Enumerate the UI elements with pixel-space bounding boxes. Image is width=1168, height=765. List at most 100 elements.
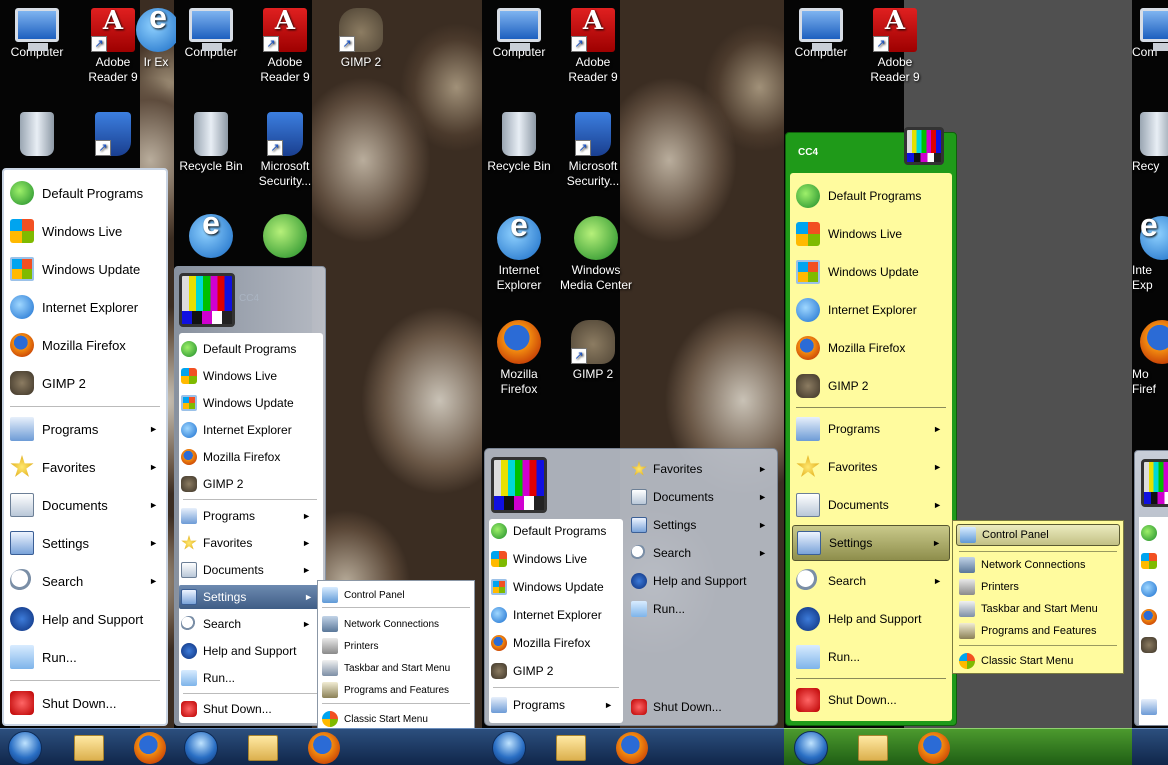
desktop-icon-computer-2[interactable]: Computer [174, 8, 248, 60]
desktop-icon-recycle-bin-1[interactable] [0, 112, 74, 159]
menu-item-default-programs[interactable]: Default Programs [796, 181, 950, 211]
desktop-icon-ie-2[interactable] [174, 214, 248, 261]
submenu-item-programs-features[interactable]: Programs and Features [959, 621, 1119, 641]
firefox-taskbar-icon[interactable] [918, 732, 950, 764]
menu-item-default-programs[interactable]: Default Programs [491, 521, 621, 541]
submenu-item-control-panel[interactable]: Control Panel [956, 524, 1120, 546]
desktop-icon-adobe-reader-3[interactable]: Adobe Reader 9 [556, 8, 630, 85]
start-orb-button[interactable] [794, 731, 828, 765]
submenu-item-network-connections[interactable]: Network Connections [959, 555, 1119, 575]
desktop-icon-computer-4[interactable]: Computer [784, 8, 858, 60]
desktop-icon-edge-ie[interactable]: Inte Exp [1132, 216, 1168, 293]
desktop-icon-security-2[interactable]: Microsoft Security... [248, 112, 322, 189]
menu-item-ie-partial[interactable] [1141, 579, 1168, 599]
menu-item-firefox[interactable]: Mozilla Firefox [796, 333, 950, 363]
desktop-icon-gimp-2[interactable]: GIMP 2 [324, 8, 398, 70]
menu-item-help[interactable]: Help and Support [631, 571, 775, 591]
submenu-item-taskbar[interactable]: Taskbar and Start Menu [959, 599, 1119, 619]
explorer-folder-icon[interactable] [858, 735, 888, 761]
menu-item-shut-down[interactable]: Shut Down... [181, 699, 319, 719]
menu-item-internet-explorer[interactable]: Internet Explorer [491, 605, 621, 625]
menu-item-run[interactable]: Run... [181, 668, 319, 688]
desktop-icon-security-1[interactable] [76, 112, 150, 159]
menu-item-gimp-partial[interactable] [1141, 635, 1168, 655]
explorer-folder-icon[interactable] [74, 735, 104, 761]
menu-item-windows-update[interactable]: Windows Update [181, 393, 319, 413]
menu-item-programs-partial[interactable] [1141, 697, 1168, 717]
submenu-item-classic-start-menu[interactable]: Classic Start Menu [322, 709, 470, 729]
menu-item-windows-live[interactable]: Windows Live [181, 366, 319, 386]
menu-item-windows-live[interactable]: Windows Live [491, 549, 621, 569]
menu-item-default-programs[interactable]: Default Programs [4, 178, 166, 208]
menu-item-programs[interactable]: Programs ► [491, 695, 621, 715]
desktop-icon-edge-recycle[interactable]: Recy [1132, 112, 1168, 174]
desktop-icon-wmc-3[interactable]: Windows Media Center [556, 216, 636, 293]
menu-item-help[interactable]: Help and Support [4, 604, 166, 634]
menu-item-internet-explorer[interactable]: Internet Explorer [796, 295, 950, 325]
menu-item-search[interactable]: Search ► [4, 566, 166, 596]
firefox-taskbar-icon[interactable] [616, 732, 648, 764]
menu-item-documents[interactable]: Documents ► [631, 487, 775, 507]
menu-item-default-programs-partial[interactable] [1141, 523, 1168, 543]
submenu-item-printers[interactable]: Printers [959, 577, 1119, 597]
menu-item-firefox[interactable]: Mozilla Firefox [181, 447, 319, 467]
explorer-folder-icon[interactable] [556, 735, 586, 761]
firefox-taskbar-icon[interactable] [134, 732, 166, 764]
user-picture[interactable] [179, 273, 235, 327]
menu-item-programs[interactable]: Programs ► [4, 414, 166, 444]
desktop-icon-recycle-bin-3[interactable]: Recycle Bin [482, 112, 556, 174]
menu-item-favorites[interactable]: Favorites ► [4, 452, 166, 482]
menu-item-favorites[interactable]: Favorites ► [796, 452, 950, 482]
submenu-item-network-connections[interactable]: Network Connections [322, 614, 470, 634]
menu-item-run[interactable]: Run... [796, 642, 950, 672]
menu-item-programs[interactable]: Programs ► [796, 414, 950, 444]
menu-item-firefox[interactable]: Mozilla Firefox [491, 633, 621, 653]
menu-item-firefox-partial[interactable] [1141, 607, 1168, 627]
menu-item-help[interactable]: Help and Support [796, 604, 950, 634]
desktop-icon-computer[interactable]: Computer [0, 8, 74, 60]
menu-item-gimp[interactable]: GIMP 2 [181, 474, 319, 494]
menu-item-search[interactable]: Search ► [181, 614, 319, 634]
menu-item-favorites[interactable]: Favorites ► [181, 533, 319, 553]
desktop-icon-gimp-3[interactable]: GIMP 2 [556, 320, 630, 382]
user-picture[interactable] [1141, 459, 1168, 507]
submenu-item-taskbar[interactable]: Taskbar and Start Menu [322, 658, 470, 678]
desktop-icon-edge-firefox[interactable]: Mo Firef [1132, 320, 1168, 397]
menu-item-windows-live-partial[interactable] [1141, 551, 1168, 571]
menu-item-settings-selected[interactable]: Settings ► [792, 525, 950, 561]
menu-item-gimp[interactable]: GIMP 2 [491, 661, 621, 681]
menu-item-shut-down[interactable]: Shut Down... [4, 688, 166, 718]
submenu-item-classic-start-menu[interactable]: Classic Start Menu [959, 651, 1119, 671]
start-orb-button[interactable] [492, 731, 526, 765]
menu-item-search[interactable]: Search ► [796, 566, 950, 596]
menu-item-settings-selected[interactable]: Settings ► [179, 585, 321, 609]
menu-item-internet-explorer[interactable]: Internet Explorer [4, 292, 166, 322]
menu-item-default-programs[interactable]: Default Programs [181, 339, 319, 359]
menu-item-gimp[interactable]: GIMP 2 [796, 371, 950, 401]
desktop-icon-adobe-reader-4[interactable]: Adobe Reader 9 [858, 8, 932, 85]
menu-item-run[interactable]: Run... [631, 599, 775, 619]
firefox-taskbar-icon[interactable] [308, 732, 340, 764]
menu-item-shut-down[interactable]: Shut Down... [796, 685, 950, 715]
menu-item-windows-live[interactable]: Windows Live [4, 216, 166, 246]
menu-item-windows-live[interactable]: Windows Live [796, 219, 950, 249]
desktop-icon-adobe-reader-2[interactable]: Adobe Reader 9 [248, 8, 322, 85]
menu-item-settings[interactable]: Settings ► [631, 515, 775, 535]
desktop-icon-computer-3[interactable]: Computer [482, 8, 556, 60]
menu-item-windows-update[interactable]: Windows Update [491, 577, 621, 597]
menu-item-firefox[interactable]: Mozilla Firefox [4, 330, 166, 360]
desktop-icon-ie-3[interactable]: Internet Explorer [482, 216, 556, 293]
menu-item-gimp[interactable]: GIMP 2 [4, 368, 166, 398]
menu-item-windows-update[interactable]: Windows Update [4, 254, 166, 284]
menu-item-internet-explorer[interactable]: Internet Explorer [181, 420, 319, 440]
desktop-icon-ie-partial[interactable]: Ir Ex [136, 8, 176, 70]
desktop-icon-edge-computer[interactable]: Com [1132, 8, 1168, 60]
menu-item-settings[interactable]: Settings ► [4, 528, 166, 558]
submenu-item-programs-features[interactable]: Programs and Features [322, 680, 470, 700]
menu-item-documents[interactable]: Documents ► [796, 490, 950, 520]
desktop-icon-security-3[interactable]: Microsoft Security... [556, 112, 630, 189]
desktop-icon-wmc-2[interactable] [248, 214, 322, 261]
menu-item-search[interactable]: Search ► [631, 543, 775, 563]
start-orb-button[interactable] [184, 731, 218, 765]
start-orb-button[interactable] [8, 731, 42, 765]
